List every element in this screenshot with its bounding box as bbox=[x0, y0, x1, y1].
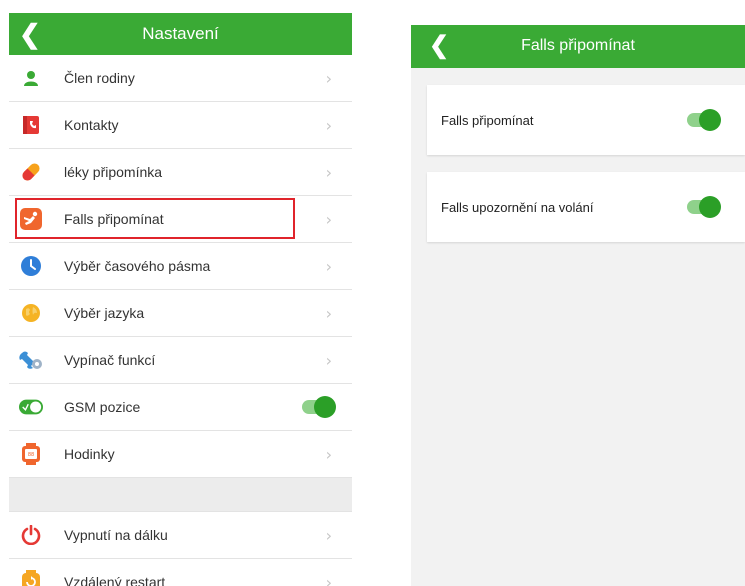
settings-item-remote-restart[interactable]: Vzdálený restart › bbox=[9, 559, 352, 586]
settings-item-label: Výběr jazyka bbox=[64, 305, 145, 321]
falls-reminder-label: Falls připomínat bbox=[441, 112, 534, 128]
settings-item-label: Člen rodiny bbox=[64, 70, 135, 86]
toggle-knob bbox=[314, 396, 336, 418]
wrench-icon bbox=[19, 348, 43, 372]
settings-item-label: Hodinky bbox=[64, 446, 115, 462]
chevron-right-icon: › bbox=[325, 68, 332, 88]
settings-item-label: Falls připomínat bbox=[64, 211, 164, 227]
fall-icon bbox=[19, 207, 43, 231]
settings-item-label: Kontakty bbox=[64, 117, 119, 133]
page-title: Nastavení bbox=[142, 24, 219, 43]
settings-item-timezone[interactable]: Výběr časového pásma › bbox=[9, 243, 352, 290]
settings-item-gsm-position: GSM pozice bbox=[9, 384, 352, 431]
falls-reminder-card: Falls připomínat bbox=[427, 85, 745, 155]
chevron-right-icon: › bbox=[325, 572, 332, 586]
settings-item-watch[interactable]: 88 Hodinky › bbox=[9, 431, 352, 478]
settings-screen: ❮ Nastavení Člen rodiny › Kontakty › lék… bbox=[9, 13, 352, 586]
settings-item-label: Vypínač funkcí bbox=[64, 352, 156, 368]
toggle-icon bbox=[19, 395, 43, 419]
falls-header: ❮ Falls připomínat bbox=[411, 25, 745, 68]
falls-call-alert-toggle[interactable] bbox=[687, 196, 721, 218]
restart-icon bbox=[19, 570, 43, 586]
toggle-knob bbox=[699, 109, 721, 131]
clock-icon bbox=[19, 254, 43, 278]
chevron-right-icon: › bbox=[325, 256, 332, 276]
chevron-right-icon: › bbox=[325, 209, 332, 229]
settings-item-label: Vzdálený restart bbox=[64, 574, 166, 586]
globe-icon bbox=[19, 301, 43, 325]
section-divider bbox=[9, 478, 352, 512]
falls-call-alert-card: Falls upozornění na volání bbox=[427, 172, 745, 242]
person-icon bbox=[19, 66, 43, 90]
chevron-right-icon: › bbox=[325, 525, 332, 545]
contacts-icon bbox=[19, 113, 43, 137]
chevron-right-icon: › bbox=[325, 303, 332, 323]
settings-item-family-member[interactable]: Člen rodiny › bbox=[9, 55, 352, 102]
settings-item-label: Vypnutí na dálku bbox=[64, 527, 168, 543]
falls-reminder-screen: ❮ Falls připomínat Falls připomínat Fall… bbox=[411, 25, 745, 586]
power-icon bbox=[19, 523, 43, 547]
settings-item-function-switch[interactable]: Vypínač funkcí › bbox=[9, 337, 352, 384]
settings-item-remote-shutdown[interactable]: Vypnutí na dálku › bbox=[9, 512, 352, 559]
settings-item-medicine-reminder[interactable]: léky připomínka › bbox=[9, 149, 352, 196]
page-title: Falls připomínat bbox=[521, 37, 635, 54]
settings-item-contacts[interactable]: Kontakty › bbox=[9, 102, 352, 149]
settings-item-label: léky připomínka bbox=[64, 164, 163, 180]
settings-item-label: Výběr časového pásma bbox=[64, 258, 211, 274]
settings-header: ❮ Nastavení bbox=[9, 13, 352, 55]
watch-icon: 88 bbox=[19, 442, 43, 466]
falls-call-alert-label: Falls upozornění na volání bbox=[441, 199, 594, 215]
settings-item-language[interactable]: Výběr jazyka › bbox=[9, 290, 352, 337]
chevron-right-icon: › bbox=[325, 115, 332, 135]
svg-text:88: 88 bbox=[28, 452, 34, 458]
chevron-right-icon: › bbox=[325, 444, 332, 464]
pill-icon bbox=[19, 160, 43, 184]
gsm-position-toggle[interactable] bbox=[302, 396, 336, 418]
falls-reminder-toggle[interactable] bbox=[687, 109, 721, 131]
settings-item-falls-reminder[interactable]: Falls připomínat › bbox=[9, 196, 352, 243]
chevron-right-icon: › bbox=[325, 162, 332, 182]
toggle-knob bbox=[699, 196, 721, 218]
settings-item-label: GSM pozice bbox=[64, 399, 141, 415]
chevron-right-icon: › bbox=[325, 350, 332, 370]
